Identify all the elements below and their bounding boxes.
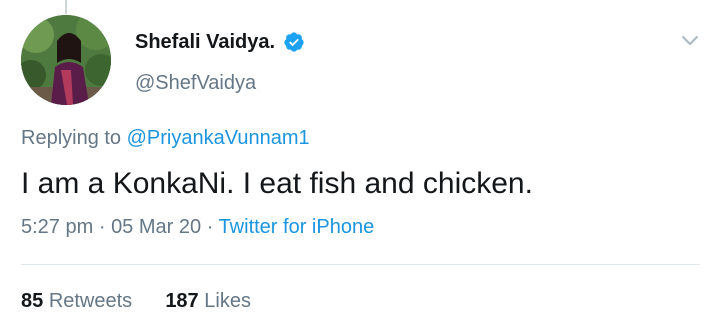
author-name-row[interactable]: Shefali Vaidya. [135, 27, 305, 57]
tweet-detail: Shefali Vaidya. @ShefVaidya Replying to … [0, 0, 720, 332]
chevron-down-icon[interactable] [680, 30, 700, 50]
author-display-name[interactable]: Shefali Vaidya. [135, 31, 275, 54]
tweet-stats: 85 Retweets 187 Likes [21, 290, 251, 313]
retweets-stat[interactable]: 85 Retweets [21, 290, 138, 312]
tweet-time[interactable]: 5:27 pm [21, 216, 93, 238]
meta-separator: · [98, 216, 106, 238]
retweets-label: Retweets [48, 290, 133, 312]
likes-count: 187 [165, 290, 199, 312]
likes-label: Likes [204, 290, 251, 312]
replying-to-label: Replying to [21, 127, 122, 149]
tweet-date[interactable]: 05 Mar 20 [111, 216, 201, 238]
meta-separator: · [206, 216, 214, 238]
tweet-text: I am a KonkaNi. I eat fish and chicken. [21, 167, 533, 200]
tweet-source-link[interactable]: Twitter for iPhone [219, 216, 375, 238]
author-handle[interactable]: @ShefVaidya [135, 72, 256, 95]
tweet-metadata: 5:27 pm · 05 Mar 20 · Twitter for iPhone [21, 216, 374, 239]
likes-stat[interactable]: 187 Likes [165, 290, 251, 312]
verified-badge-icon [283, 31, 305, 53]
avatar[interactable] [21, 15, 111, 105]
replying-to-line: Replying to @PriyankaVunnam1 [21, 127, 310, 150]
replying-to-mention-link[interactable]: @PriyankaVunnam1 [127, 127, 310, 149]
retweets-count: 85 [21, 290, 44, 312]
thread-connector-line [65, 0, 67, 14]
divider [21, 264, 700, 265]
